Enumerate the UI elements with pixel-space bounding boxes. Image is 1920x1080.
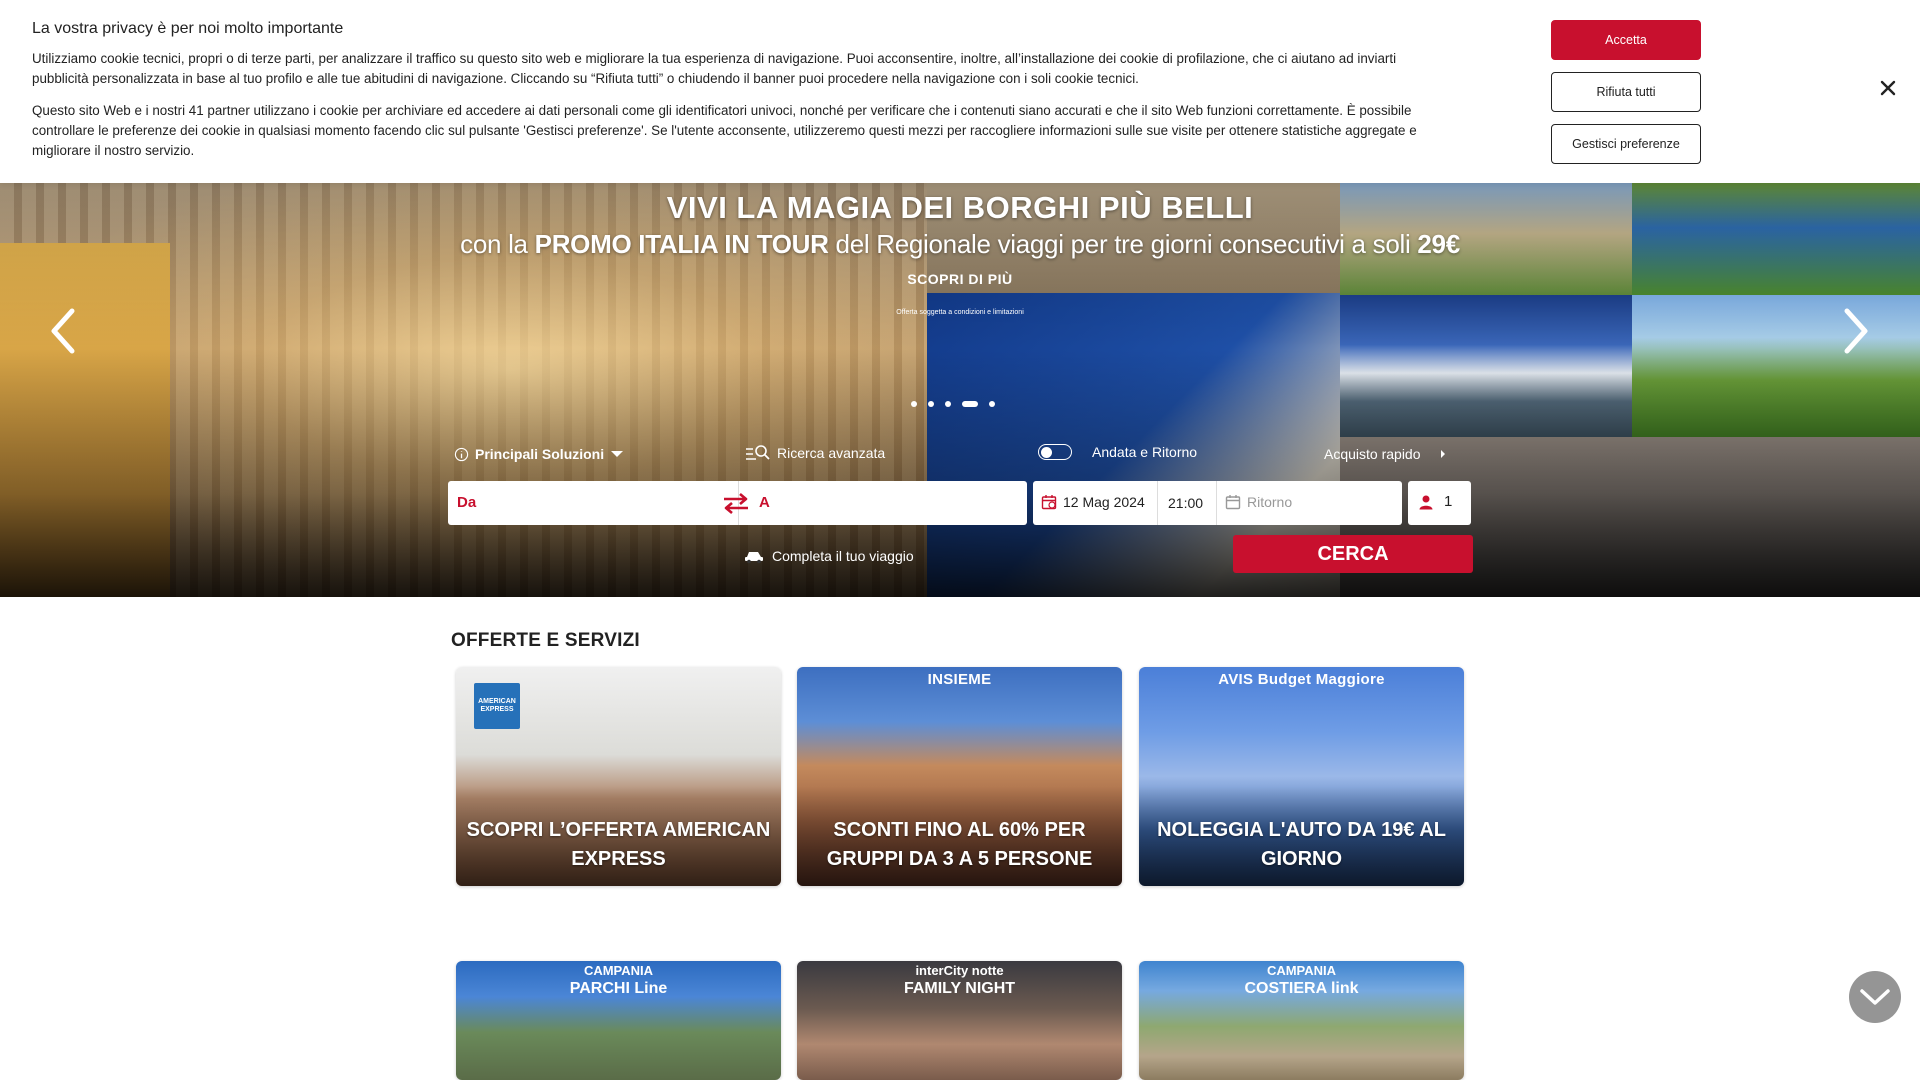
offer-card-brand: interCity notte FAMILY NIGHT [903,963,1016,997]
offer-card-brand: CAMPANIA COSTIERA link [1244,963,1359,997]
carousel-dots [911,401,995,407]
main-solutions-dropdown[interactable]: Principali Soluzioni [454,446,624,462]
advanced-search-icon [746,445,770,460]
to-field[interactable]: A [759,494,770,511]
offer-card-campania-parchi[interactable]: CAMPANIA PARCHI Line [456,961,781,1080]
carousel-dot[interactable] [989,401,995,407]
close-icon[interactable] [1878,78,1898,98]
caret-right-icon [1440,450,1445,458]
cookie-title: La vostra privacy è per noi molto import… [32,20,344,37]
date-fields: 12 Mag 2024 21:00 Ritorno [1033,481,1402,525]
offer-card-amex[interactable]: AMERICAN EXPRESS SCOPRI L’OFFERTA AMERIC… [456,667,781,886]
cookie-text-2: Questo sito Web e i nostri 41 partner ut… [32,103,1417,158]
caret-down-icon [611,451,624,457]
offer-card-label: SCONTI FINO AL 60% PER GRUPPI DA 3 A 5 P… [826,819,1093,870]
offer-card-label: NOLEGGIA L'AUTO DA 19€ AL GIORNO [1157,819,1446,870]
cookie-text-1: Utilizziamo cookie tecnici, propri o di … [32,51,1397,86]
carousel-dot[interactable] [928,401,934,407]
accept-button[interactable]: Accetta [1551,20,1701,60]
advanced-search-label: Ricerca avanzata [777,445,886,461]
departure-date-value: 12 Mag 2024 [1063,494,1145,510]
discover-more-link[interactable]: SCOPRI DI PIÙ [0,271,1920,287]
scroll-down-button[interactable] [1849,971,1901,1023]
chevron-down-icon [1860,989,1890,1005]
swap-icon[interactable] [721,491,751,515]
user-icon [1419,495,1433,509]
amex-logo: AMERICAN EXPRESS [474,683,520,729]
hero-subtitle: con la PROMO ITALIA IN TOUR del Regional… [460,229,1460,259]
offer-card-brand: AVIS Budget Maggiore [1218,671,1385,688]
quick-purchase-label: Acquisto rapido [1324,446,1421,462]
route-fields: Da A [448,481,1027,525]
reject-all-button[interactable]: Rifiuta tutti [1551,72,1701,112]
offer-card-brand: INSIEME [927,671,992,688]
calendar-icon [1225,495,1241,510]
departure-time-field[interactable]: 21:00 [1168,495,1203,511]
advanced-search-link[interactable]: Ricerca avanzata [745,444,885,462]
from-field[interactable]: Da [457,494,476,511]
offer-card-brand: CAMPANIA PARCHI Line [569,963,668,997]
complete-trip-label: Completa il tuo viaggio [772,548,914,564]
offers-title: OFFERTE E SERVIZI [451,630,640,651]
return-date-field[interactable]: Ritorno [1225,494,1292,510]
car-icon [745,552,763,564]
offer-card-label: SCOPRI L’OFFERTA AMERICAN EXPRESS [466,819,771,870]
hero-title: VIVI LA MAGIA DEI BORGHI PIÙ BELLI [666,190,1254,225]
offer-card-family-night[interactable]: interCity notte FAMILY NIGHT [797,961,1122,1080]
carousel-dot[interactable] [945,401,951,407]
roundtrip-toggle[interactable]: Andata e Ritorno [1038,444,1197,460]
offer-card-campania-costiera[interactable]: CAMPANIA COSTIERA link [1139,961,1464,1080]
passengers-field[interactable]: 1 [1408,481,1471,525]
return-placeholder: Ritorno [1247,494,1293,510]
roundtrip-label: Andata e Ritorno [1092,444,1198,460]
carousel-prev-icon[interactable] [44,301,84,361]
calendar-icon [1041,495,1057,510]
cookie-banner: La vostra privacy è per noi molto import… [0,0,1920,183]
hero-carousel: VIVI LA MAGIA DEI BORGHI PIÙ BELLI con l… [0,183,1920,597]
info-icon [454,447,469,461]
complete-trip-link[interactable]: Completa il tuo viaggio [744,548,914,564]
manage-preferences-button[interactable]: Gestisci preferenze [1551,124,1701,164]
carousel-next-icon[interactable] [1835,301,1875,361]
offer-conditions-note: Offerta soggetta a condizioni e limitazi… [896,309,1024,316]
carousel-dot-active[interactable] [962,401,978,407]
carousel-dot[interactable] [911,401,917,407]
search-button[interactable]: CERCA [1233,535,1473,573]
offer-card-car-rental[interactable]: AVIS Budget Maggiore NOLEGGIA L'AUTO DA … [1139,667,1464,886]
quick-purchase-link[interactable]: Acquisto rapido [1324,446,1447,462]
passengers-count: 1 [1444,493,1453,510]
toggle-switch[interactable] [1038,444,1072,460]
main-solutions-label: Principali Soluzioni [475,446,605,462]
offer-card-groups[interactable]: INSIEME SCONTI FINO AL 60% PER GRUPPI DA… [797,667,1122,886]
departure-date-field[interactable]: 12 Mag 2024 [1041,494,1145,510]
